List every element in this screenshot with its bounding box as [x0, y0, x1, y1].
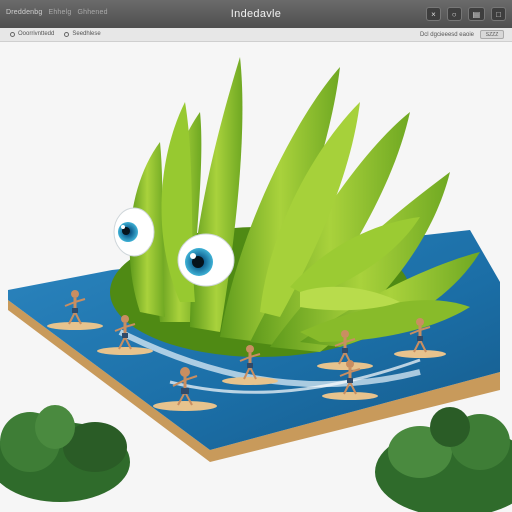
- radio-icon: [64, 31, 70, 37]
- illustration: [0, 57, 512, 512]
- bush-left: [0, 405, 130, 502]
- toolbar-item-select[interactable]: Seedhlese: [64, 31, 101, 37]
- maximize-button[interactable]: □: [491, 7, 506, 21]
- canvas-area: [0, 42, 512, 512]
- window-controls: × ○ ▤ □: [426, 7, 506, 21]
- toolbar-right-label: Dcl dgcieeesd eaoie: [419, 31, 474, 38]
- record-button[interactable]: ○: [446, 7, 462, 21]
- layers-button[interactable]: ▤: [467, 7, 486, 21]
- toolbar-item-orientation[interactable]: Ooorrivnttedd: [10, 31, 54, 37]
- title-bar: Dreddenbg Ehhelg Ghhened Indedavle × ○ ▤…: [0, 0, 512, 28]
- toolbar-item-label: Ooorrivnttedd: [18, 31, 55, 37]
- toolbar-item-label: Seedhlese: [72, 31, 101, 37]
- creature: [110, 57, 480, 357]
- close-button[interactable]: ×: [426, 7, 441, 21]
- radio-icon: [10, 31, 15, 37]
- bush-right: [375, 407, 512, 512]
- toolbar: Ooorrivnttedd Seedhlese Dcl dgcieeesd ea…: [0, 28, 512, 42]
- creature-eye-right: [177, 233, 235, 287]
- creature-eye-left: [113, 207, 155, 257]
- zoom-field[interactable]: SZZZ: [480, 30, 504, 39]
- app-window: Dreddenbg Ehhelg Ghhened Indedavle × ○ ▤…: [0, 0, 512, 512]
